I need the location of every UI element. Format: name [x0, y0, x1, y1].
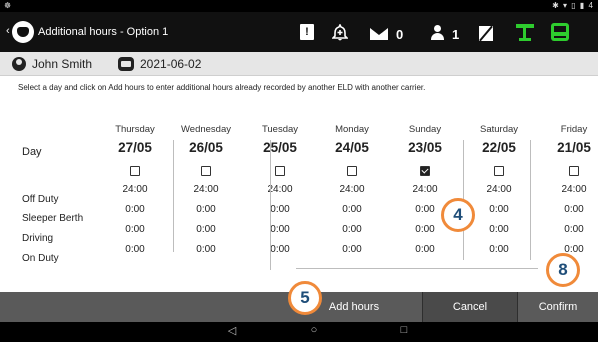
messages-count: 0: [396, 27, 404, 42]
column-divider: [530, 140, 531, 260]
status-left-icon: ☸: [4, 1, 12, 10]
date-label: 24/05: [335, 140, 369, 155]
status-right-icons: ✱ ▾ ▯ ▮ 4: [552, 1, 594, 10]
row-label-day: Day: [22, 146, 42, 158]
date-label: 25/05: [263, 140, 297, 155]
users-count: 1: [452, 27, 460, 42]
day-checkbox[interactable]: [494, 166, 504, 176]
row-divider: [296, 268, 538, 269]
date-label: 23/05: [408, 140, 442, 155]
nav-back-icon[interactable]: ◁: [222, 324, 242, 337]
step-callout-5: 5: [288, 281, 322, 315]
nav-recents-icon[interactable]: □: [394, 324, 414, 336]
instruction-text: Select a day and click on Add hours to e…: [18, 83, 426, 92]
app-logo-icon[interactable]: [12, 21, 34, 43]
hours-value: 0:00: [415, 244, 435, 255]
app-title: Additional hours - Option 1: [38, 26, 169, 38]
status-bar: ☸ ✱ ▾ ▯ ▮ 4: [0, 0, 598, 12]
day-checkbox[interactable]: [569, 166, 579, 176]
hours-value: 24:00: [193, 184, 219, 195]
day-checkbox[interactable]: [130, 166, 140, 176]
day-column[interactable]: Friday 21/05 24:00 0:00 0:00 0:00: [534, 124, 598, 264]
calendar-icon: [118, 57, 134, 71]
day-column[interactable]: Sunday 23/05 24:00 0:00 0:00 0:00: [385, 124, 465, 264]
confirm-button[interactable]: Confirm: [518, 292, 598, 322]
row-label-off-duty: Off Duty: [22, 194, 59, 205]
driver-avatar-icon: [12, 57, 26, 71]
day-checkbox[interactable]: [275, 166, 285, 176]
day-column[interactable]: Wednesday 26/05 24:00 0:00 0:00 0:00: [166, 124, 246, 264]
date-label: 27/05: [118, 140, 152, 155]
app-bar: ‹ Additional hours - Option 1 ! 0 1: [0, 12, 598, 52]
hours-value: 0:00: [342, 224, 362, 235]
date-label: 22/05: [482, 140, 516, 155]
hours-value: 0:00: [196, 204, 216, 215]
hours-value: 0:00: [270, 244, 290, 255]
day-checkbox[interactable]: [420, 166, 430, 176]
person-icon[interactable]: [430, 25, 444, 45]
column-divider: [270, 140, 271, 270]
nav-home-icon[interactable]: ○: [304, 324, 324, 336]
day-checkbox[interactable]: [201, 166, 211, 176]
driver-bar: John Smith 2021-06-02: [0, 52, 598, 76]
row-label-on-duty: On Duty: [22, 253, 59, 264]
truck-icon[interactable]: [551, 23, 569, 41]
hours-value: 24:00: [561, 184, 587, 195]
driver-date: 2021-06-02: [140, 57, 202, 71]
hours-value: 0:00: [342, 204, 362, 215]
day-checkbox[interactable]: [347, 166, 357, 176]
hours-value: 0:00: [270, 204, 290, 215]
day-column[interactable]: Thursday 27/05 24:00 0:00 0:00 0:00: [95, 124, 175, 264]
hours-value: 24:00: [486, 184, 512, 195]
hours-value: 24:00: [267, 184, 293, 195]
no-signal-icon[interactable]: [479, 26, 493, 41]
weekday-label: Sunday: [408, 124, 442, 135]
hours-value: 0:00: [564, 204, 584, 215]
hours-value: 0:00: [196, 244, 216, 255]
weekday-label: Wednesday: [181, 124, 231, 135]
driver-name: John Smith: [32, 57, 93, 71]
date-label: 26/05: [189, 140, 223, 155]
hours-value: 0:00: [489, 244, 509, 255]
hours-value: 0:00: [196, 224, 216, 235]
mail-icon[interactable]: [370, 28, 388, 40]
hours-value: 24:00: [412, 184, 438, 195]
hours-value: 0:00: [564, 224, 584, 235]
day-column[interactable]: Saturday 22/05 24:00 0:00 0:00 0:00: [459, 124, 539, 264]
date-label: 21/05: [557, 140, 591, 155]
hours-value: 0:00: [125, 224, 145, 235]
weekday-label: Thursday: [115, 124, 155, 135]
navigation-bar: ◁ ○ □: [0, 322, 598, 342]
weekday-label: Tuesday: [261, 124, 299, 135]
hours-value: 0:00: [125, 204, 145, 215]
weekday-label: Saturday: [479, 124, 519, 135]
column-divider: [173, 140, 174, 252]
day-column[interactable]: Monday 24/05 24:00 0:00 0:00 0:00: [312, 124, 392, 264]
hours-value: 24:00: [122, 184, 148, 195]
hours-value: 0:00: [270, 224, 290, 235]
hours-value: 0:00: [342, 244, 362, 255]
row-label-driving: Driving: [22, 233, 54, 244]
cancel-button[interactable]: Cancel: [423, 292, 517, 322]
hours-value: 0:00: [125, 244, 145, 255]
bell-icon[interactable]: [331, 23, 349, 44]
day-column[interactable]: Tuesday 25/05 24:00 0:00 0:00 0:00: [240, 124, 320, 264]
row-label-sleeper-berth: Sleeper Berth: [22, 213, 84, 224]
weekday-label: Monday: [335, 124, 369, 135]
weekday-label: Friday: [560, 124, 588, 135]
network-icon[interactable]: [516, 24, 534, 44]
step-callout-8: 8: [546, 253, 580, 287]
step-callout-4: 4: [441, 198, 475, 232]
hours-value: 24:00: [339, 184, 365, 195]
alert-icon[interactable]: !: [300, 24, 314, 40]
